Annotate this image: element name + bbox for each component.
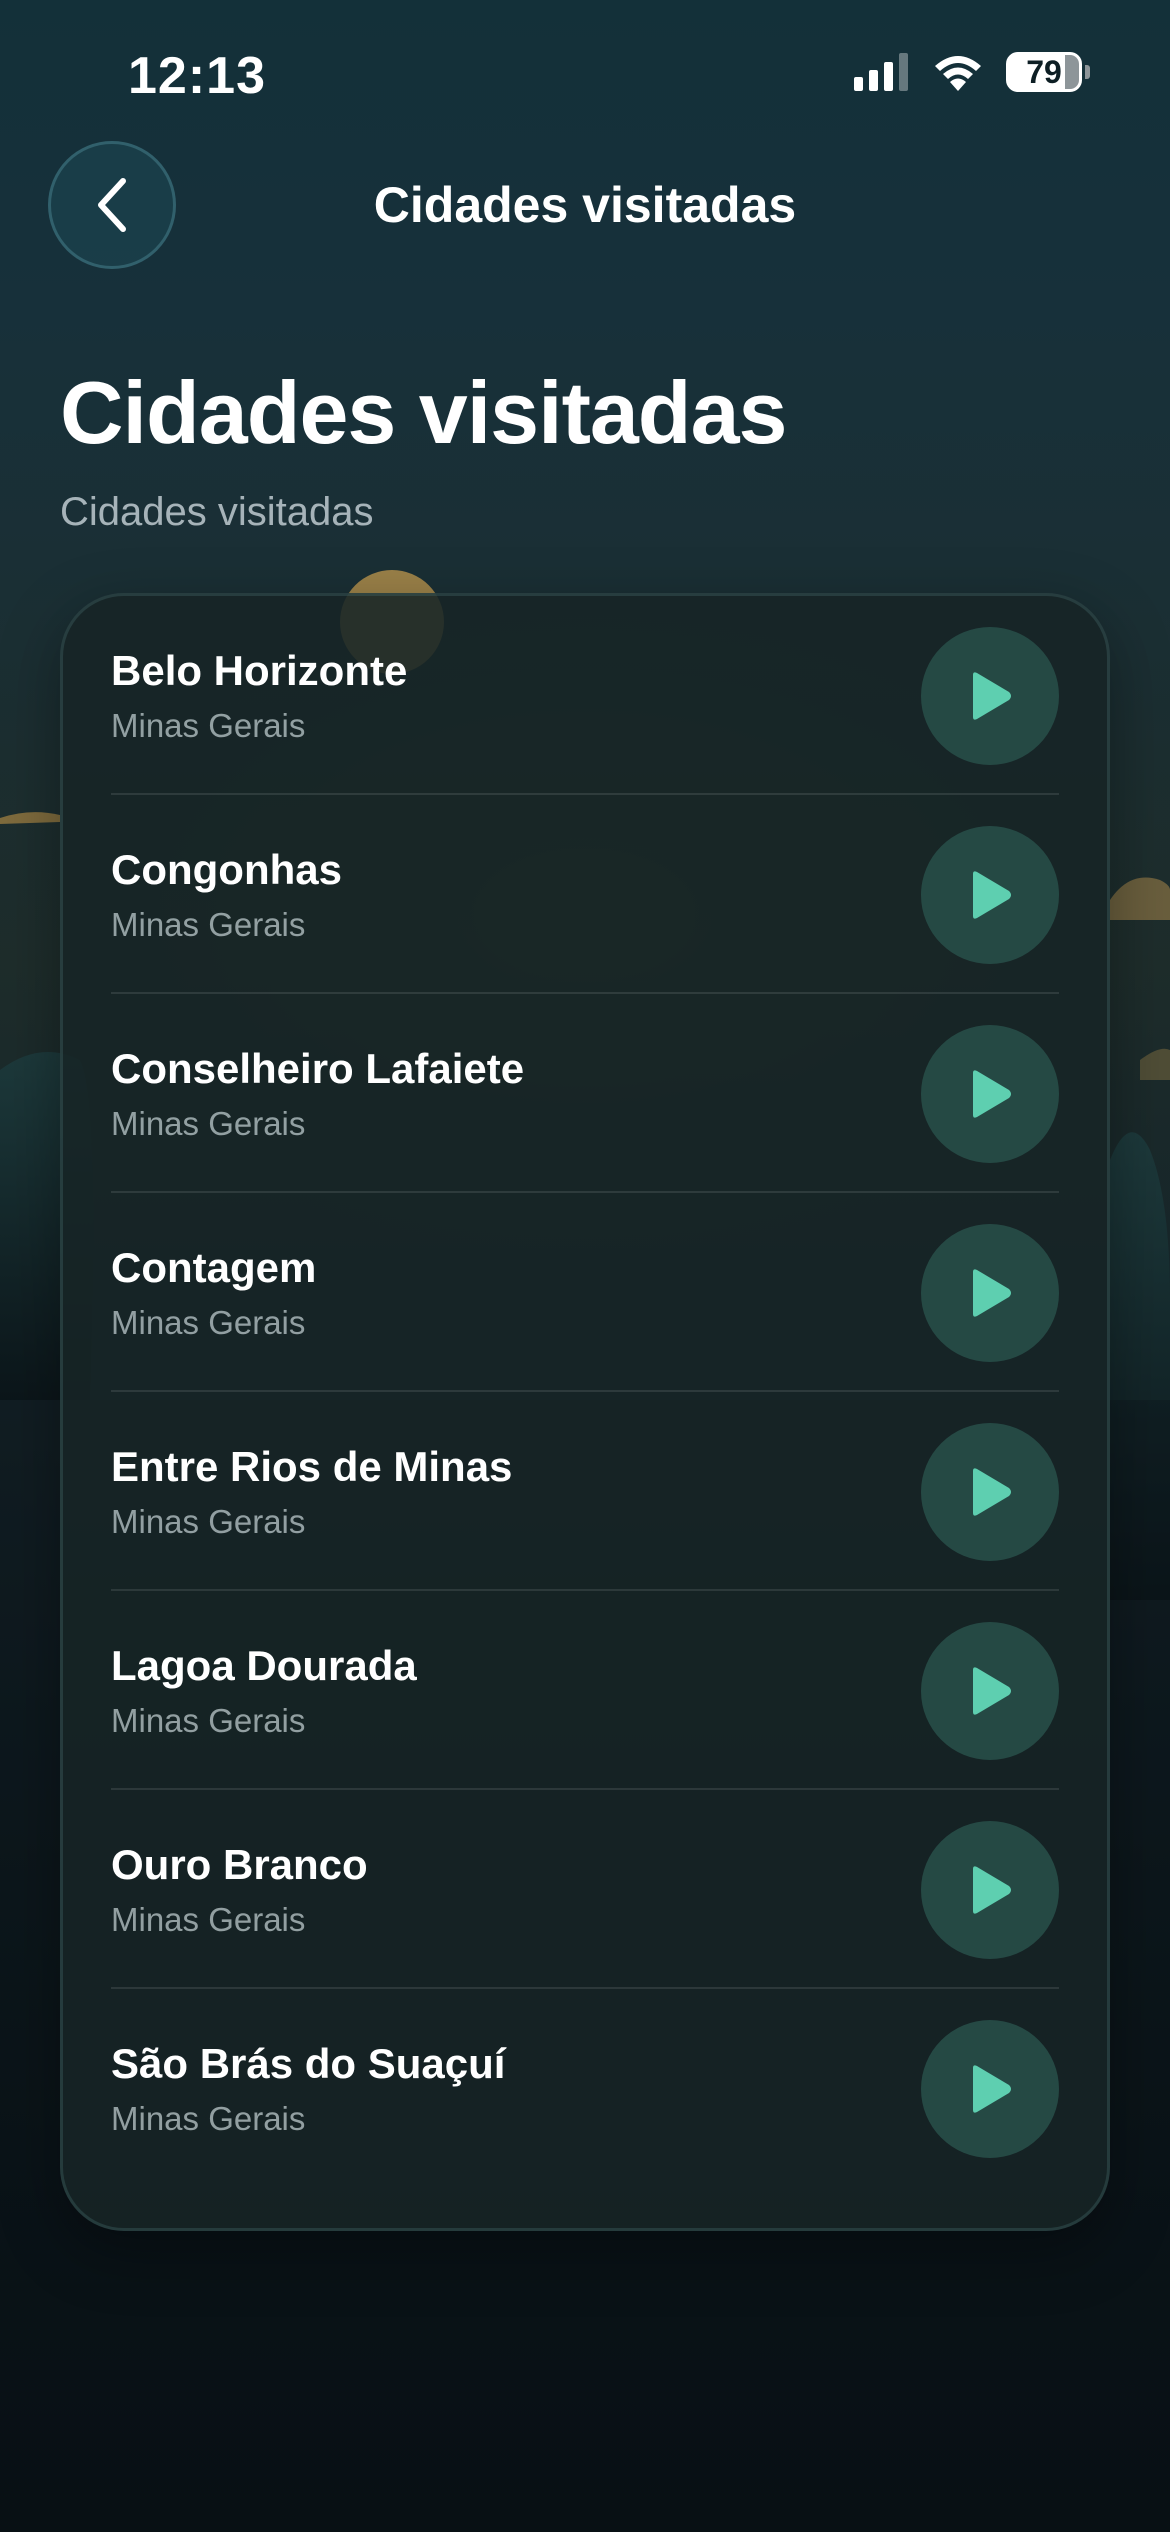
battery-level: 79 [1006,52,1082,92]
city-name: Ouro Branco [111,1840,368,1888]
list-item[interactable]: Entre Rios de Minas Minas Gerais [111,1392,1059,1591]
city-name: Congonhas [111,845,342,893]
list-item-text: Contagem Minas Gerais [111,1244,316,1342]
play-button[interactable] [921,1024,1059,1163]
list-item-text: Entre Rios de Minas Minas Gerais [111,1443,512,1541]
city-name: São Brás do Suaçuí [111,2039,506,2087]
list-item[interactable]: Lagoa Dourada Minas Gerais [111,1591,1059,1790]
list-item[interactable]: Ouro Branco Minas Gerais [111,1790,1059,1989]
status-time: 12:13 [128,47,266,105]
list-item[interactable]: Belo Horizonte Minas Gerais [111,596,1059,795]
list-item-text: Congonhas Minas Gerais [111,846,342,944]
play-icon [973,1467,1011,1516]
state-name: Minas Gerais [111,706,306,744]
list-item[interactable]: Conselheiro Lafaiete Minas Gerais [111,994,1059,1193]
nav-title: Cidades visitadas [373,177,797,233]
list-item[interactable]: São Brás do Suaçuí Minas Gerais [111,1989,1059,2188]
list-item-text: São Brás do Suaçuí Minas Gerais [111,2040,505,2138]
play-button[interactable] [921,626,1059,765]
battery-icon: 79 [1006,52,1090,92]
play-icon [973,1666,1011,1715]
city-name: Belo Horizonte [111,646,408,694]
state-name: Minas Gerais [111,1502,306,1540]
list-item-text: Conselheiro Lafaiete Minas Gerais [111,1045,524,1143]
play-icon [973,2064,1011,2113]
state-name: Minas Gerais [111,905,306,943]
city-list: Belo Horizonte Minas Gerais Congonhas Mi… [60,593,1110,2231]
city-name: Lagoa Dourada [111,1641,417,1689]
battery-percentage: 79 [1026,53,1062,90]
play-button[interactable] [921,1223,1059,1362]
list-item-text: Ouro Branco Minas Gerais [111,1841,368,1939]
list-item-text: Lagoa Dourada Minas Gerais [111,1642,417,1740]
city-name: Conselheiro Lafaiete [111,1044,525,1092]
state-name: Minas Gerais [111,1303,306,1341]
battery-cap [1085,65,1090,79]
wifi-icon [935,56,981,91]
state-name: Minas Gerais [111,2099,306,2137]
status-bar: 12:13 79 [0,0,1170,150]
list-item-text: Belo Horizonte Minas Gerais [111,647,407,745]
play-icon [973,671,1011,720]
list-item[interactable]: Contagem Minas Gerais [111,1193,1059,1392]
play-button[interactable] [921,825,1059,964]
play-icon [973,1069,1011,1118]
play-button[interactable] [921,1820,1059,1959]
play-icon [973,1268,1011,1317]
status-icons: 79 [854,52,1090,92]
list-item[interactable]: Congonhas Minas Gerais [111,795,1059,994]
state-name: Minas Gerais [111,1900,306,1938]
cellular-signal-icon [854,53,908,91]
city-name: Entre Rios de Minas [111,1442,513,1490]
play-icon [973,870,1011,919]
play-button[interactable] [921,2019,1059,2158]
play-button[interactable] [921,1621,1059,1760]
play-icon [973,1865,1011,1914]
state-name: Minas Gerais [111,1701,306,1739]
play-button[interactable] [921,1422,1059,1561]
page-subtitle: Cidades visitadas [60,490,374,534]
city-name: Contagem [111,1243,317,1291]
page-title: Cidades visitadas [60,363,787,462]
state-name: Minas Gerais [111,1104,306,1142]
